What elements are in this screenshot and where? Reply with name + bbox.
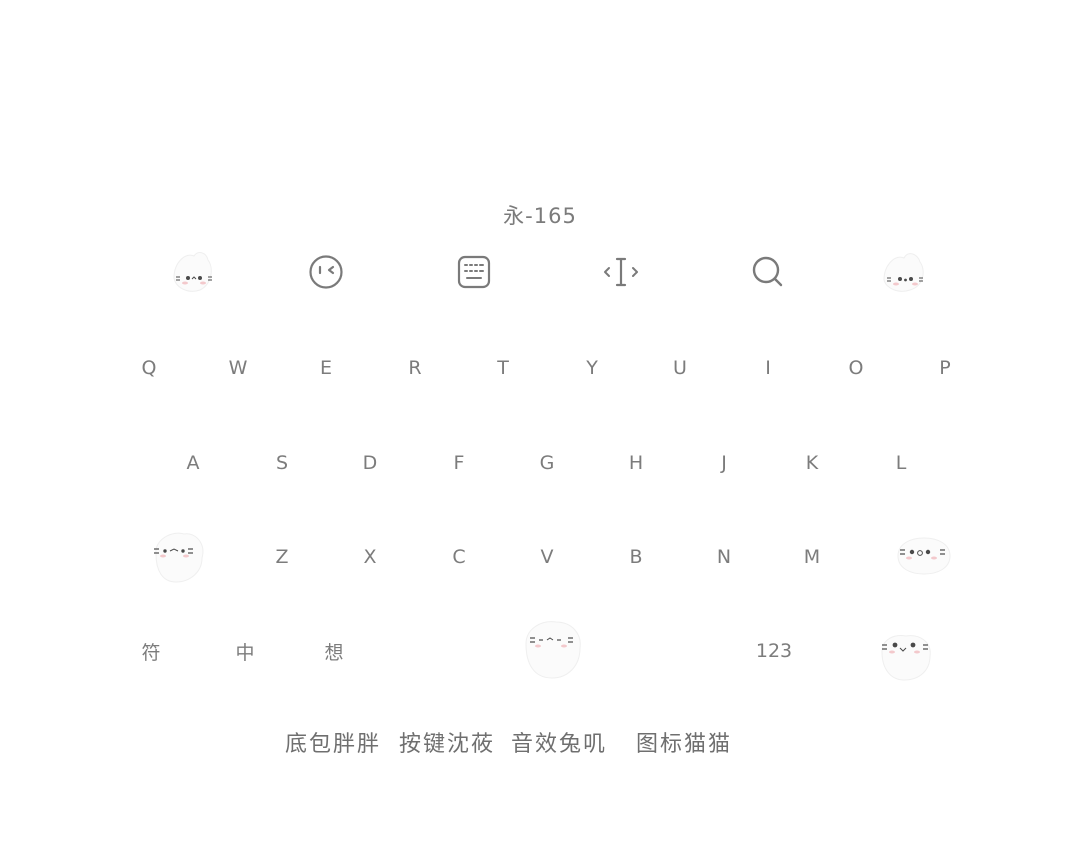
key-c[interactable]: C — [429, 537, 489, 577]
key-v[interactable]: V — [517, 537, 577, 577]
key-r[interactable]: R — [385, 348, 445, 388]
key-f[interactable]: F — [429, 443, 489, 483]
key-u[interactable]: U — [650, 348, 710, 388]
key-i[interactable]: I — [738, 348, 798, 388]
cat-face-icon — [173, 252, 212, 292]
key-j[interactable]: J — [694, 443, 754, 483]
key-z[interactable]: Z — [252, 537, 312, 577]
toolbar-cursor[interactable] — [591, 244, 651, 300]
key-b[interactable]: B — [606, 537, 666, 577]
toolbar-cat-right[interactable] — [874, 244, 934, 300]
key-m[interactable]: M — [782, 537, 842, 577]
numbers-key[interactable]: 123 — [744, 631, 804, 671]
key-d[interactable]: D — [340, 443, 400, 483]
symbol-key[interactable]: 符 — [121, 631, 181, 671]
credit-keys: 按键沈莜 — [399, 732, 496, 757]
credit-icons: 图标猫猫 — [636, 732, 733, 757]
cat-delete-icon — [897, 537, 951, 575]
key-t[interactable]: T — [473, 348, 533, 388]
key-x[interactable]: X — [340, 537, 400, 577]
shift-key[interactable] — [144, 524, 212, 588]
credit-sound: 音效兔叽 — [511, 732, 608, 757]
cat-face-icon — [883, 253, 924, 292]
key-q[interactable]: Q — [119, 348, 179, 388]
key-s[interactable]: S — [252, 443, 312, 483]
enter-key[interactable] — [872, 626, 940, 686]
key-w[interactable]: W — [208, 348, 268, 388]
think-key[interactable]: 想 — [304, 631, 364, 671]
key-o[interactable]: O — [826, 348, 886, 388]
toolbar-search[interactable] — [738, 244, 798, 300]
cat-enter-icon — [881, 635, 931, 681]
key-k[interactable]: K — [782, 443, 842, 483]
cursor-move-icon — [604, 257, 638, 287]
space-key[interactable] — [512, 614, 592, 686]
toolbar-emoji[interactable] — [296, 244, 356, 300]
cat-shift-icon — [154, 532, 204, 583]
key-l[interactable]: L — [871, 443, 931, 483]
keyboard-icon — [457, 255, 491, 289]
key-p[interactable]: P — [915, 348, 975, 388]
key-a[interactable]: A — [163, 443, 223, 483]
cat-space-icon — [525, 621, 581, 679]
keyboard-skin-preview: 永-165 Q W E R T Y U I O P A S D F G H J … — [0, 0, 1080, 866]
toolbar-cat-left[interactable] — [162, 244, 222, 300]
key-e[interactable]: E — [296, 348, 356, 388]
key-h[interactable]: H — [606, 443, 666, 483]
key-g[interactable]: G — [517, 443, 577, 483]
credits-footer: 底包胖胖 按键沈莜 音效兔叽 图标猫猫 — [0, 726, 1080, 758]
key-y[interactable]: Y — [562, 348, 622, 388]
key-n[interactable]: N — [694, 537, 754, 577]
search-icon — [752, 256, 783, 287]
chinese-switch-key[interactable]: 中 — [215, 631, 275, 671]
toolbar-keyboard[interactable] — [444, 244, 504, 300]
credit-base: 底包胖胖 — [285, 732, 382, 757]
delete-key[interactable] — [890, 530, 958, 580]
emoji-face-icon — [309, 255, 343, 289]
skin-title: 永-165 — [503, 204, 577, 228]
